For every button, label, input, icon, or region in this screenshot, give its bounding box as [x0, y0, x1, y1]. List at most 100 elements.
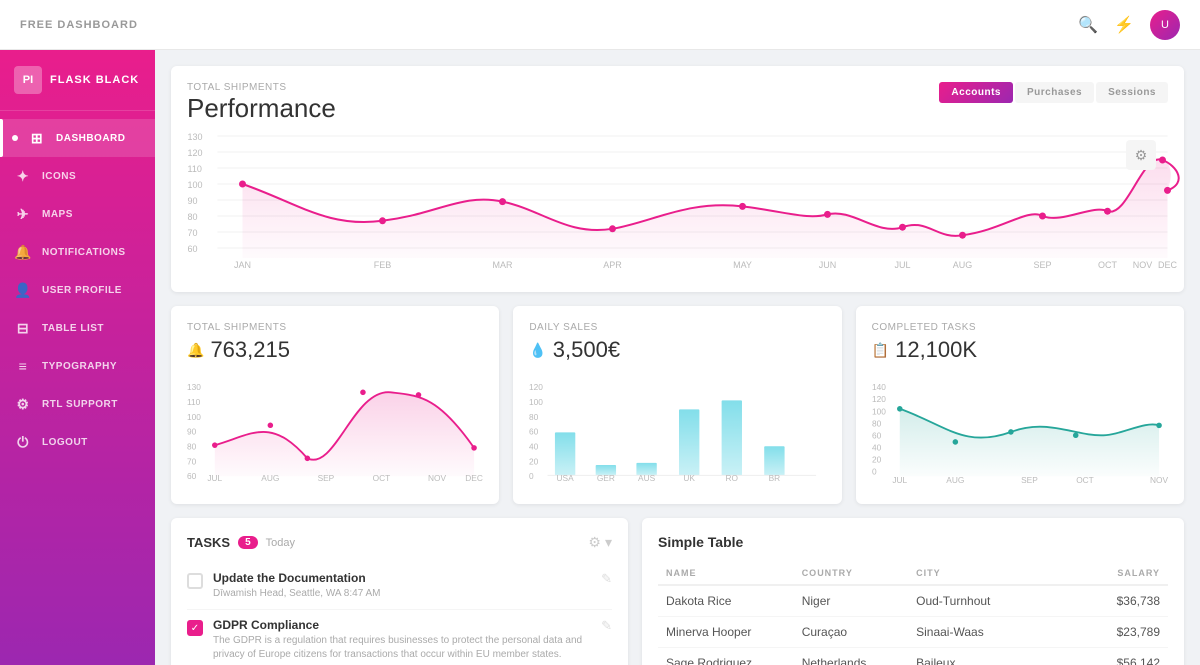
performance-title: Performance [187, 93, 336, 124]
sidebar-item-notifications[interactable]: 🔔 NOTIFICATIONS [0, 233, 155, 271]
stat-daily-sales: Daily Sales 💧 3,500€ 120 100 80 60 [513, 306, 841, 504]
svg-text:0: 0 [529, 471, 534, 481]
nav-active-dot [12, 135, 18, 141]
performance-chart: 130 120 110 100 90 80 70 60 [187, 128, 1168, 273]
sidebar-label-rtl-support: RTL SUPPORT [42, 399, 118, 410]
cell-name: Dakota Rice [658, 585, 794, 617]
svg-text:JUL: JUL [894, 260, 910, 270]
dashboard-icon: ⊞ [28, 129, 46, 147]
cell-name: Minerva Hooper [658, 617, 794, 648]
logout-icon: ⏻ [14, 433, 32, 451]
sidebar-item-logout[interactable]: ⏻ LOGOUT [0, 423, 155, 461]
tab-accounts[interactable]: Accounts [939, 82, 1013, 103]
svg-text:AUG: AUG [946, 475, 964, 485]
task-content-2: GDPR Compliance The GDPR is a regulation… [213, 618, 591, 662]
sidebar-item-rtl-support[interactable]: ⚙ RTL SUPPORT [0, 385, 155, 423]
svg-text:140: 140 [872, 382, 886, 392]
cell-country: Curaçao [794, 617, 908, 648]
tab-sessions[interactable]: Sessions [1096, 82, 1168, 103]
svg-text:GER: GER [597, 473, 615, 483]
typography-icon: ≡ [14, 357, 32, 375]
task-checkbox-2[interactable]: ✓ [187, 620, 203, 636]
svg-text:NOV: NOV [1133, 260, 1153, 270]
col-header-country: COUNTRY [794, 562, 908, 585]
tasks-count-badge: 5 [238, 536, 258, 549]
svg-text:0: 0 [872, 466, 877, 476]
rtl-support-icon: ⚙ [14, 395, 32, 413]
svg-text:80: 80 [188, 212, 198, 222]
svg-text:90: 90 [187, 427, 197, 437]
table-list-icon: ⊟ [14, 319, 32, 337]
stat2-label: Daily Sales [529, 322, 825, 333]
svg-text:20: 20 [872, 454, 882, 464]
svg-text:FEB: FEB [374, 260, 392, 270]
maps-icon: ✈ [14, 205, 32, 223]
cell-city: Oud-Turnhout [908, 585, 1089, 617]
svg-text:OCT: OCT [1076, 475, 1094, 485]
svg-text:60: 60 [187, 471, 197, 481]
notifications-icon: 🔔 [14, 243, 32, 261]
stats-row: Total Shipments 🔔 763,215 130 110 100 [171, 306, 1184, 504]
svg-text:JUL: JUL [207, 473, 222, 483]
sidebar-brand: PI FLASK BLACK [0, 50, 155, 111]
tasks-actions[interactable]: ⚙ ▾ [588, 534, 612, 551]
brand-pi-badge: PI [14, 66, 42, 94]
svg-text:110: 110 [187, 397, 201, 407]
performance-subtitle: Total Shipments [187, 82, 336, 93]
avatar[interactable]: U [1150, 10, 1180, 40]
svg-text:60: 60 [188, 244, 198, 254]
task-edit-icon-2[interactable]: ✎ [601, 618, 612, 634]
cell-country: Niger [794, 585, 908, 617]
svg-text:130: 130 [188, 132, 203, 142]
table-body: Dakota Rice Niger Oud-Turnhout $36,738 M… [658, 585, 1168, 665]
brand-name: FLASK BLACK [50, 74, 139, 86]
sidebar-label-user-profile: USER PROFILE [42, 285, 122, 296]
sidebar-nav: ⊞ DASHBOARD ✦ ICONS ✈ MAPS 🔔 NOTIFICATIO… [0, 111, 155, 665]
svg-text:100: 100 [872, 406, 886, 416]
sidebar-label-table-list: TABLE LIST [42, 323, 104, 334]
svg-text:80: 80 [529, 412, 539, 422]
svg-text:40: 40 [529, 441, 539, 451]
task-checkbox-1[interactable] [187, 573, 203, 589]
task-edit-icon-1[interactable]: ✎ [601, 571, 612, 587]
sidebar-item-typography[interactable]: ≡ TYPOGRAPHY [0, 347, 155, 385]
svg-text:SEP: SEP [1021, 475, 1038, 485]
app-title: FREE DASHBOARD [20, 19, 138, 31]
svg-text:RO: RO [726, 473, 739, 483]
activity-icon[interactable]: ⚡ [1114, 15, 1134, 35]
search-icon[interactable]: 🔍 [1078, 15, 1098, 35]
chart-settings-button[interactable]: ⚙ [1126, 140, 1156, 170]
svg-text:OCT: OCT [373, 473, 391, 483]
svg-text:JUN: JUN [819, 260, 837, 270]
sidebar-item-dashboard[interactable]: ⊞ DASHBOARD [0, 119, 155, 157]
simple-table-card: Simple Table NAME COUNTRY CITY SALARY Da… [642, 518, 1184, 665]
cell-salary: $36,738 [1089, 585, 1168, 617]
task-item-1: Update the Documentation Dīwamish Head, … [187, 563, 612, 610]
tasks-menu-icon[interactable]: ▾ [605, 534, 612, 551]
sidebar-item-user-profile[interactable]: 👤 USER PROFILE [0, 271, 155, 309]
tasks-settings-icon[interactable]: ⚙ [588, 534, 601, 551]
svg-text:JUL: JUL [892, 475, 907, 485]
table-row: Sage Rodriguez Netherlands Baileux $56,1… [658, 648, 1168, 665]
tab-purchases[interactable]: Purchases [1015, 82, 1094, 103]
sidebar-item-maps[interactable]: ✈ MAPS [0, 195, 155, 233]
sidebar-label-notifications: NOTIFICATIONS [42, 247, 126, 258]
svg-text:APR: APR [603, 260, 622, 270]
svg-text:SEP: SEP [318, 473, 335, 483]
svg-text:MAR: MAR [493, 260, 514, 270]
cell-salary: $23,789 [1089, 617, 1168, 648]
sidebar-item-icons[interactable]: ✦ ICONS [0, 157, 155, 195]
stat1-label: Total Shipments [187, 322, 483, 333]
sidebar-label-icons: ICONS [42, 171, 76, 182]
sidebar-label-logout: LOGOUT [42, 437, 88, 448]
stat2-chart: 120 100 80 60 40 20 0 USA [529, 375, 825, 485]
main-content: Total Shipments Performance Accounts Pur… [155, 50, 1200, 665]
icons-icon: ✦ [14, 167, 32, 185]
svg-text:DEC: DEC [1158, 260, 1178, 270]
stat-completed-tasks: Completed Tasks 📋 12,100K 140 120 100 [856, 306, 1184, 504]
sidebar-item-table-list[interactable]: ⊟ TABLE LIST [0, 309, 155, 347]
svg-text:JAN: JAN [234, 260, 251, 270]
sidebar-label-maps: MAPS [42, 209, 73, 220]
svg-text:100: 100 [187, 412, 201, 422]
svg-text:MAY: MAY [733, 260, 752, 270]
